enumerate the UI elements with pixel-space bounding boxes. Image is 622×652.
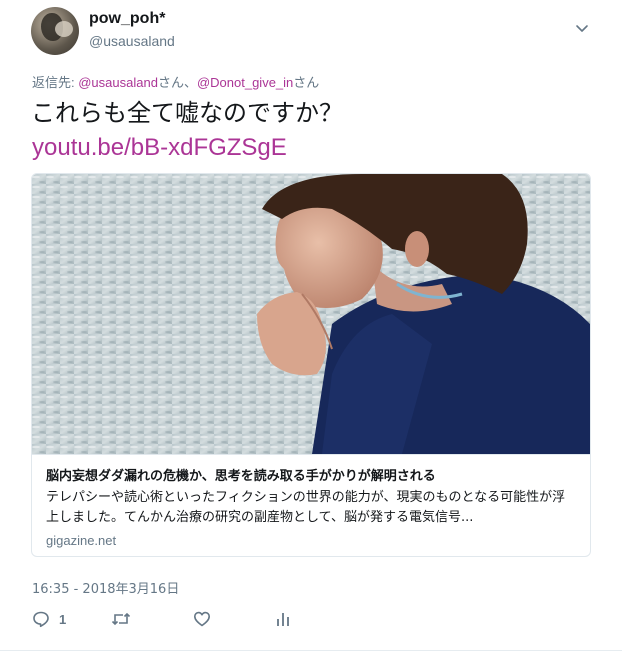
card-body[interactable]: 脳内妄想ダダ漏れの危機か、思考を読み取る手がかりが解明される テレパシーや読心術… (32, 454, 590, 556)
card-image[interactable] (32, 174, 590, 454)
like-button[interactable] (193, 608, 211, 630)
avatar-highlight (55, 21, 73, 37)
reply-count: 1 (59, 611, 67, 627)
reply-button[interactable]: 1 (32, 608, 66, 630)
card-title[interactable]: 脳内妄想ダダ漏れの危機か、思考を読み取る手がかりが解明される (46, 465, 436, 484)
analytics-icon (277, 613, 289, 626)
display-name[interactable]: pow_poh* (89, 10, 165, 28)
analytics-button[interactable] (275, 608, 291, 630)
like-icon (194, 611, 210, 627)
reply-prefix: 返信先: (32, 75, 79, 90)
card-domain: gigazine.net (46, 533, 117, 548)
replying-to: 返信先: @usausalandさん、@Donot_give_inさん (32, 72, 319, 91)
reply-mention-usausaland[interactable]: @usausaland (78, 75, 158, 90)
reply-mention-donot-give-in[interactable]: @Donot_give_in (197, 75, 293, 90)
reply-icon (33, 611, 49, 628)
reply-honorific-2: さん (293, 75, 320, 90)
tweet-timestamp[interactable]: 16:35 - 2018年3月16日 (32, 578, 179, 597)
chevron-down-icon[interactable] (574, 20, 590, 36)
retweet-icon (111, 612, 131, 626)
tweet-text: これらも全て嘘なのですか？ (31, 99, 343, 127)
avatar[interactable] (31, 7, 79, 55)
retweet-button[interactable] (111, 608, 131, 630)
tweet-actions: 1 (32, 608, 332, 630)
reply-honorific-1: さん、 (157, 75, 197, 90)
card-description: テレパシーや読心術といったフィクションの世界の能力が、現実のものとなる可能性が浮… (46, 490, 566, 525)
divider (0, 650, 622, 651)
tweet-link[interactable]: youtu.be/bB-xdFGZSgE (32, 132, 287, 164)
user-handle[interactable]: @usausaland (89, 33, 175, 49)
link-card[interactable]: 脳内妄想ダダ漏れの危機か、思考を読み取る手がかりが解明される テレパシーや読心術… (31, 173, 591, 557)
